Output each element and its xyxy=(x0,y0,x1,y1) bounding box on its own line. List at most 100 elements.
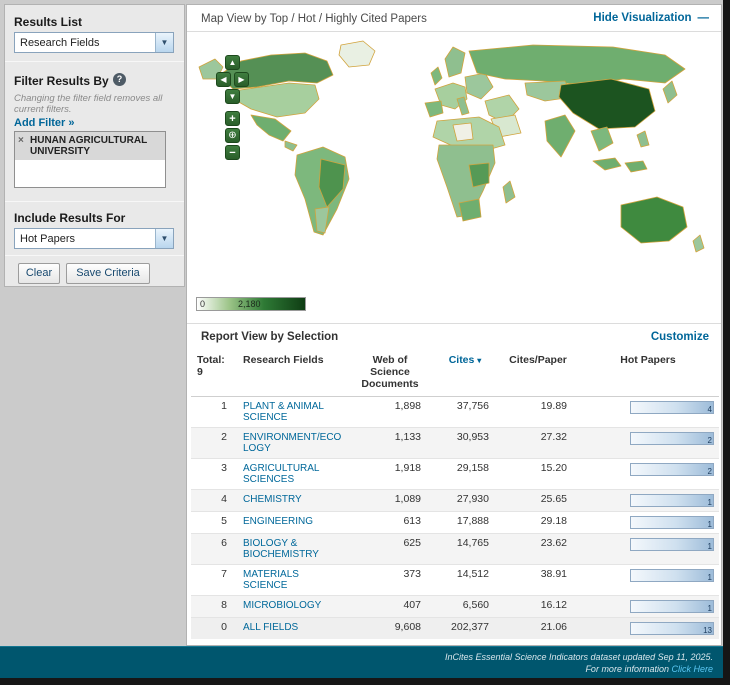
pan-right-icon[interactable]: ▶ xyxy=(234,72,249,87)
hot-papers-bar: 1 xyxy=(630,494,714,507)
remove-filter-icon[interactable]: × xyxy=(18,135,24,146)
docs-cell: 373 xyxy=(349,565,431,596)
report-table: Total: 9 Research Fields Web of Science … xyxy=(191,351,719,639)
report-divider xyxy=(187,323,721,324)
table-row: 3 AGRICULTURAL SCIENCES 1,918 29,158 15.… xyxy=(191,459,719,490)
sidebar-divider xyxy=(5,61,184,62)
cites-cell: 29,158 xyxy=(431,459,499,490)
cites-per-paper-cell: 29.18 xyxy=(499,512,577,534)
include-results-label: Include Results For xyxy=(14,211,125,225)
column-header-cites-per-paper[interactable]: Cites/Paper xyxy=(499,351,577,397)
cites-cell: 17,888 xyxy=(431,512,499,534)
hot-papers-bar: 2 xyxy=(630,463,714,476)
cites-per-paper-cell: 38.91 xyxy=(499,565,577,596)
rank-cell: 4 xyxy=(191,490,239,512)
header-divider xyxy=(187,31,721,32)
total-value: 9 xyxy=(197,366,227,378)
table-row: 2 ENVIRONMENT/ECOLOGY 1,133 30,953 27.32… xyxy=(191,428,719,459)
cites-per-paper-cell: 15.20 xyxy=(499,459,577,490)
docs-cell: 1,089 xyxy=(349,490,431,512)
results-list-select[interactable]: Research Fields ▼ xyxy=(14,32,174,53)
field-link[interactable]: CHEMISTRY xyxy=(243,494,302,505)
table-row: 6 BIOLOGY & BIOCHEMISTRY 625 14,765 23.6… xyxy=(191,534,719,565)
hot-papers-bar: 2 xyxy=(630,432,714,445)
docs-cell: 407 xyxy=(349,596,431,618)
main-panel: Map View by Top / Hot / Highly Cited Pap… xyxy=(186,4,722,646)
field-link[interactable]: AGRICULTURAL SCIENCES xyxy=(243,463,319,485)
clear-button[interactable]: Clear xyxy=(18,263,60,284)
cites-cell: 14,512 xyxy=(431,565,499,596)
report-view-title: Report View by Selection xyxy=(201,331,338,343)
click-here-link[interactable]: Click Here xyxy=(671,664,713,674)
cites-header-label: Cites xyxy=(449,354,475,366)
docs-cell: 9,608 xyxy=(349,618,431,640)
field-link[interactable]: PLANT & ANIMAL SCIENCE xyxy=(243,401,324,423)
field-link[interactable]: MICROBIOLOGY xyxy=(243,600,321,611)
column-header-documents[interactable]: Web of Science Documents xyxy=(349,351,431,397)
table-row: 4 CHEMISTRY 1,089 27,930 25.65 1 xyxy=(191,490,719,512)
active-filter-label: HUNAN AGRICULTURAL UNIVERSITY xyxy=(30,135,147,157)
rank-cell: 8 xyxy=(191,596,239,618)
active-filters-list: × HUNAN AGRICULTURAL UNIVERSITY xyxy=(14,131,166,188)
field-link[interactable]: MATERIALS SCIENCE xyxy=(243,569,299,591)
rank-cell: 1 xyxy=(191,397,239,428)
hot-papers-value: 2 xyxy=(708,466,712,477)
sidebar: Results List Research Fields ▼ Filter Re… xyxy=(4,4,185,287)
field-link[interactable]: ENVIRONMENT/ECOLOGY xyxy=(243,432,341,454)
table-header-row: Total: 9 Research Fields Web of Science … xyxy=(191,351,719,397)
cites-per-paper-cell: 21.06 xyxy=(499,618,577,640)
field-link[interactable]: ALL FIELDS xyxy=(243,622,298,633)
pan-up-icon[interactable]: ▲ xyxy=(225,55,240,70)
sidebar-divider xyxy=(5,255,184,256)
total-header: Total: 9 xyxy=(191,351,239,397)
chevron-down-icon: ▼ xyxy=(155,229,173,248)
include-results-select[interactable]: Hot Papers ▼ xyxy=(14,228,174,249)
zoom-in-icon[interactable]: + xyxy=(225,111,240,126)
cites-per-paper-cell: 16.12 xyxy=(499,596,577,618)
app-window: Results List Research Fields ▼ Filter Re… xyxy=(0,0,723,678)
column-header-research-fields[interactable]: Research Fields xyxy=(239,351,349,397)
add-filter-link[interactable]: Add Filter » xyxy=(14,117,75,129)
pan-down-icon[interactable]: ▼ xyxy=(225,89,240,104)
hot-papers-value: 1 xyxy=(708,572,712,583)
hide-visualization-label: Hide Visualization xyxy=(593,12,691,24)
cites-cell: 37,756 xyxy=(431,397,499,428)
cites-cell: 30,953 xyxy=(431,428,499,459)
screen: Results List Research Fields ▼ Filter Re… xyxy=(0,0,730,685)
cites-per-paper-cell: 27.32 xyxy=(499,428,577,459)
docs-cell: 1,133 xyxy=(349,428,431,459)
column-header-hot-papers[interactable]: Hot Papers xyxy=(577,351,719,397)
rank-cell: 0 xyxy=(191,618,239,640)
world-map[interactable]: ▲ ◀ ▶ ▼ + ⊕ − xyxy=(193,35,715,295)
map-view-title: Map View by Top / Hot / Highly Cited Pap… xyxy=(201,13,427,25)
table-row: 5 ENGINEERING 613 17,888 29.18 1 xyxy=(191,512,719,534)
hot-papers-value: 4 xyxy=(708,404,712,415)
hot-papers-value: 1 xyxy=(708,603,712,614)
map-legend: 0 2,180 xyxy=(196,297,306,311)
cites-cell: 6,560 xyxy=(431,596,499,618)
hot-papers-bar: 13 xyxy=(630,622,714,635)
field-link[interactable]: ENGINEERING xyxy=(243,516,313,527)
zoom-out-icon[interactable]: − xyxy=(225,145,240,160)
sidebar-divider xyxy=(5,201,184,202)
hide-visualization-link[interactable]: Hide Visualization — xyxy=(593,12,709,24)
rank-cell: 2 xyxy=(191,428,239,459)
help-icon[interactable]: ? xyxy=(113,73,126,86)
cites-cell: 202,377 xyxy=(431,618,499,640)
hot-papers-value: 1 xyxy=(708,541,712,552)
customize-link[interactable]: Customize xyxy=(651,331,709,343)
world-map-svg xyxy=(193,35,715,293)
table-row: 8 MICROBIOLOGY 407 6,560 16.12 1 xyxy=(191,596,719,618)
rank-cell: 5 xyxy=(191,512,239,534)
active-filter-item[interactable]: × HUNAN AGRICULTURAL UNIVERSITY xyxy=(15,132,165,160)
sort-desc-icon: ▾ xyxy=(477,356,481,365)
globe-icon[interactable]: ⊕ xyxy=(225,128,240,143)
field-link[interactable]: BIOLOGY & BIOCHEMISTRY xyxy=(243,538,319,560)
results-list-label: Results List xyxy=(14,15,82,29)
table-row: 1 PLANT & ANIMAL SCIENCE 1,898 37,756 19… xyxy=(191,397,719,428)
map-countries xyxy=(199,41,704,252)
save-criteria-button[interactable]: Save Criteria xyxy=(66,263,150,284)
collapse-icon: — xyxy=(698,12,710,24)
column-header-cites[interactable]: Cites ▾ xyxy=(431,351,499,397)
pan-left-icon[interactable]: ◀ xyxy=(216,72,231,87)
